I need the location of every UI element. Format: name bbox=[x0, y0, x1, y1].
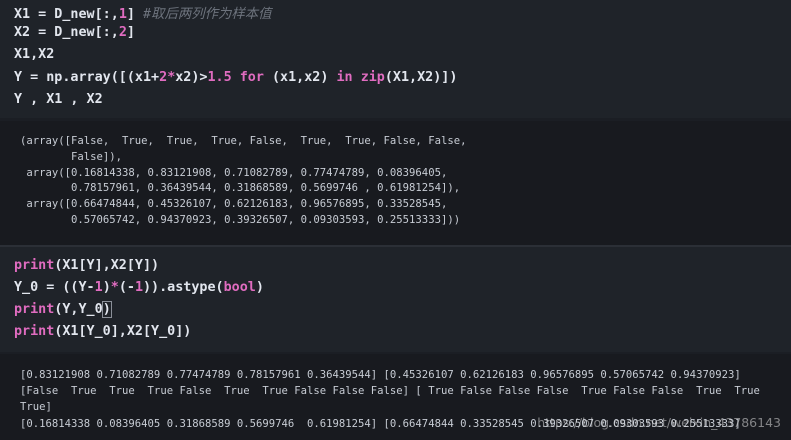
code-token: print bbox=[14, 302, 55, 317]
code-token: bool bbox=[223, 280, 256, 295]
code-line[interactable]: X2 = D_new[:,2] bbox=[14, 25, 135, 40]
code-token: X1,X2 bbox=[14, 47, 55, 62]
code-token: print bbox=[14, 258, 55, 273]
code-token: zip bbox=[360, 69, 385, 85]
code-token: ] bbox=[126, 24, 135, 40]
output-line: [0.83121908 0.71082789 0.77474789 0.7815… bbox=[20, 369, 741, 381]
code-token: #取后两列作为样本值 bbox=[143, 7, 272, 22]
code-token: X1 = D_new[:, bbox=[14, 7, 119, 22]
output-line: False]), bbox=[20, 150, 123, 163]
output-line: 0.78157961, 0.36439544, 0.31868589, 0.56… bbox=[20, 182, 461, 195]
code-token: Y , X1 , X2 bbox=[14, 92, 103, 107]
code-token: print bbox=[14, 324, 55, 339]
code-token: ) bbox=[101, 301, 112, 318]
code-token: ) bbox=[255, 280, 264, 295]
code-token: in bbox=[336, 69, 353, 85]
code-token: X2 = D_new[:, bbox=[14, 24, 119, 40]
output-line: 0.57065742, 0.94370923, 0.39326507, 0.09… bbox=[20, 214, 461, 226]
code-token: (Y,Y_0 bbox=[54, 302, 103, 317]
code-token: Y = np.array([(x1+ bbox=[14, 69, 160, 85]
code-line[interactable]: Y_0 = ((Y-1)*(-1)).astype(bool) bbox=[14, 280, 264, 295]
code-token: ] bbox=[126, 7, 143, 22]
code-token: x2)> bbox=[175, 69, 208, 85]
code-token: 1.5 bbox=[207, 69, 232, 85]
code-line[interactable]: Y = np.array([(x1+2*x2)>1.5 for (x1,x2) … bbox=[14, 70, 457, 85]
code-line[interactable]: X1,X2 bbox=[14, 47, 54, 62]
code-token: 2 bbox=[118, 24, 127, 40]
code-token: Y_0 = ((Y- bbox=[14, 280, 95, 295]
code-token: )).astype( bbox=[143, 280, 224, 295]
output-line: True] bbox=[20, 401, 52, 414]
code-token: for bbox=[239, 69, 264, 85]
code-line[interactable]: X1 = D_new[:,1] #取后两列作为样本值 bbox=[14, 2, 272, 22]
code-token: (X1[Y_0],X2[Y_0]) bbox=[54, 324, 192, 339]
code-token: (X1[Y],X2[Y]) bbox=[54, 258, 160, 273]
code-token: (x1,x2) bbox=[263, 69, 337, 85]
code-token: 1 bbox=[94, 280, 103, 295]
code-line[interactable]: print(X1[Y],X2[Y]) bbox=[14, 258, 159, 273]
watermark-text: https://blog.csdn.net/weixin_43786143 bbox=[537, 415, 781, 430]
code-token: 1 bbox=[118, 7, 127, 22]
code-cell-1[interactable]: X1 = D_new[:,1] #取后两列作为样本值 X2 = D_new[:,2… bbox=[0, 0, 791, 118]
output-line: array([0.16814338, 0.83121908, 0.7108278… bbox=[20, 166, 448, 179]
output-line: [False True True True False True True Fa… bbox=[20, 385, 760, 398]
code-line[interactable]: print(Y,Y_0) bbox=[14, 301, 112, 318]
output-cell-1: (array([False, True, True, True, False, … bbox=[0, 121, 791, 245]
code-token: ) bbox=[102, 280, 111, 295]
code-cell-2[interactable]: print(X1[Y],X2[Y]) Y_0 = ((Y-1)*(-1)).ast… bbox=[0, 247, 791, 352]
code-token: 1 bbox=[134, 280, 143, 295]
code-line[interactable]: Y , X1 , X2 bbox=[14, 92, 103, 107]
code-token: * bbox=[110, 280, 119, 295]
output-line: array([0.66474844, 0.45326107, 0.6212618… bbox=[20, 198, 448, 211]
output-line: (array([False, True, True, True, False, … bbox=[20, 135, 467, 147]
code-token: (X1,X2)]) bbox=[384, 69, 458, 85]
code-token: (- bbox=[118, 280, 135, 295]
code-line[interactable]: print(X1[Y_0],X2[Y_0]) bbox=[14, 324, 191, 339]
code-token: 2 bbox=[159, 69, 168, 85]
